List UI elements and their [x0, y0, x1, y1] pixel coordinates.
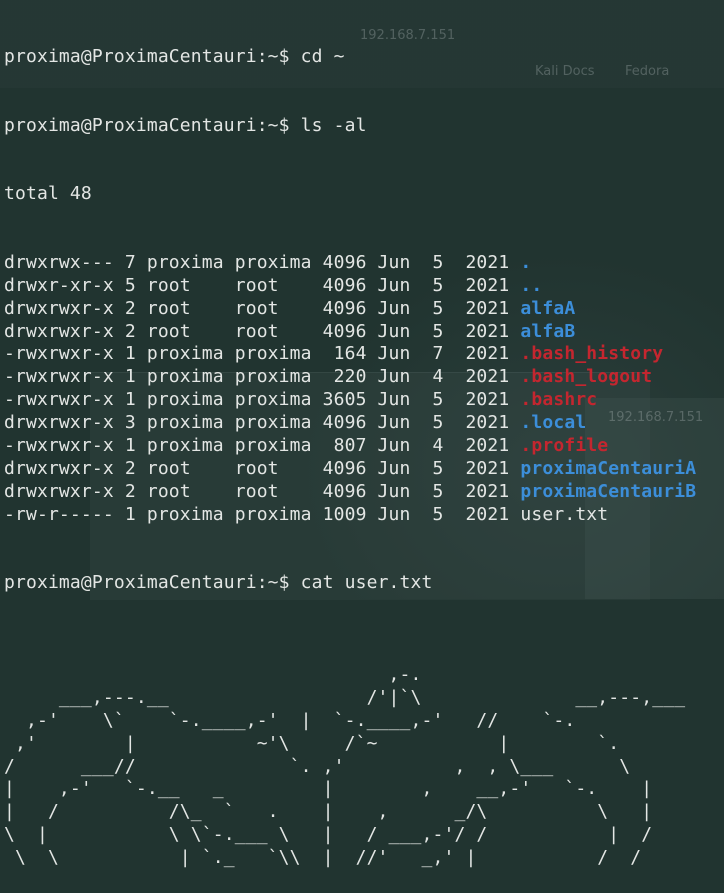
ls-listing: drwxrwx--- 7 proxima proxima 4096 Jun 5 … [4, 252, 696, 527]
ls-entry: drwxr-xr-x 5 root root 4096 Jun 5 2021 .… [4, 275, 696, 298]
entry-metadata: drwxr-xr-x 5 root root 4096 Jun 5 2021 [4, 274, 521, 296]
ls-entry: drwxrwxr-x 3 proxima proxima 4096 Jun 5 … [4, 412, 696, 435]
command-line-cd: proxima@ProximaCentauri:~$ cd ~ [4, 46, 696, 69]
entry-name: proximaCentauriA [520, 457, 697, 479]
entry-metadata: drwxrwxr-x 2 root root 4096 Jun 5 2021 [4, 457, 521, 479]
ascii-art-line: ___,---.__ /'|`\ __,---,___ [4, 686, 686, 708]
ascii-art-output: ,-. ___,---.__ /'|`\ __,---,___ ,-' \` `… [4, 641, 696, 870]
entry-name: .. [520, 274, 543, 296]
command-text: cd ~ [300, 45, 345, 67]
ascii-art-line: | ,-' `-.__ _ | , __,-' `-. | [4, 778, 653, 800]
entry-metadata: drwxrwx--- 7 proxima proxima 4096 Jun 5 … [4, 251, 521, 273]
ascii-art-line: ,-. [4, 664, 422, 686]
shell-prompt: proxima@ProximaCentauri:~$ [4, 572, 301, 594]
entry-metadata: -rwxrwxr-x 1 proxima proxima 220 Jun 4 2… [4, 366, 521, 388]
entry-metadata: drwxrwxr-x 2 root root 4096 Jun 5 2021 [4, 320, 521, 342]
entry-name: .profile [520, 435, 609, 457]
entry-name: .bash_history [520, 343, 664, 365]
entry-metadata: -rwxrwxr-x 1 proxima proxima 164 Jun 7 2… [4, 343, 521, 365]
entry-name: . [520, 251, 532, 273]
ls-entry: drwxrwx--- 7 proxima proxima 4096 Jun 5 … [4, 252, 696, 275]
entry-metadata: drwxrwxr-x 3 proxima proxima 4096 Jun 5 … [4, 412, 521, 434]
ls-entry: drwxrwxr-x 2 root root 4096 Jun 5 2021 p… [4, 481, 696, 504]
ls-entry: -rw-r----- 1 proxima proxima 1009 Jun 5 … [4, 504, 696, 527]
entry-metadata: drwxrwxr-x 2 root root 4096 Jun 5 2021 [4, 297, 521, 319]
ls-entry: -rwxrwxr-x 1 proxima proxima 220 Jun 4 2… [4, 366, 696, 389]
entry-name: proximaCentauriB [520, 480, 697, 502]
ls-entry: drwxrwxr-x 2 root root 4096 Jun 5 2021 a… [4, 298, 696, 321]
ascii-art-line: \ \ | `._ `\\ | //' _,' | / / [4, 847, 642, 869]
ascii-art-line [4, 641, 696, 664]
entry-metadata: drwxrwxr-x 2 root root 4096 Jun 5 2021 [4, 480, 521, 502]
ls-entry: drwxrwxr-x 2 root root 4096 Jun 5 2021 a… [4, 321, 696, 344]
entry-name: user.txt [520, 503, 609, 525]
ascii-art-line: / ___// `. ,' , , \___ \ [4, 755, 631, 777]
terminal-output[interactable]: proxima@ProximaCentauri:~$ cd ~ proxima@… [4, 0, 696, 893]
shell-prompt: proxima@ProximaCentauri:~$ [4, 45, 301, 67]
ascii-art-line: ,-' \` `-.____,-' | `-.____,-' // `-. [4, 709, 576, 731]
entry-name: alfaB [520, 320, 576, 342]
entry-metadata: -rwxrwxr-x 1 proxima proxima 3605 Jun 5 … [4, 389, 521, 411]
shell-prompt: proxima@ProximaCentauri:~$ [4, 114, 301, 136]
entry-name: .local [520, 412, 587, 434]
entry-name: .bash_logout [520, 366, 653, 388]
ls-entry: -rwxrwxr-x 1 proxima proxima 807 Jun 4 2… [4, 435, 696, 458]
command-text: cat user.txt [300, 572, 433, 594]
ls-total: total 48 [4, 183, 92, 205]
ls-entry: -rwxrwxr-x 1 proxima proxima 164 Jun 7 2… [4, 343, 696, 366]
ls-entry: drwxrwxr-x 2 root root 4096 Jun 5 2021 p… [4, 458, 696, 481]
command-line-cat: proxima@ProximaCentauri:~$ cat user.txt [4, 572, 696, 595]
ls-entry: -rwxrwxr-x 1 proxima proxima 3605 Jun 5 … [4, 389, 696, 412]
entry-name: .bashrc [520, 389, 598, 411]
ascii-art-line: | / /\_ ` . | , _/\ \ | [4, 801, 653, 823]
command-line-ls: proxima@ProximaCentauri:~$ ls -al [4, 115, 696, 138]
entry-name: alfaA [520, 297, 576, 319]
entry-metadata: -rw-r----- 1 proxima proxima 1009 Jun 5 … [4, 503, 521, 525]
command-text: ls -al [300, 114, 367, 136]
ascii-art-line: ,' | ~'\ /`~ | `. [4, 732, 620, 754]
entry-metadata: -rwxrwxr-x 1 proxima proxima 807 Jun 4 2… [4, 435, 521, 457]
ascii-art-line: \ | \ \`-.___ \ | / ___,-'/ / | / [4, 824, 653, 846]
